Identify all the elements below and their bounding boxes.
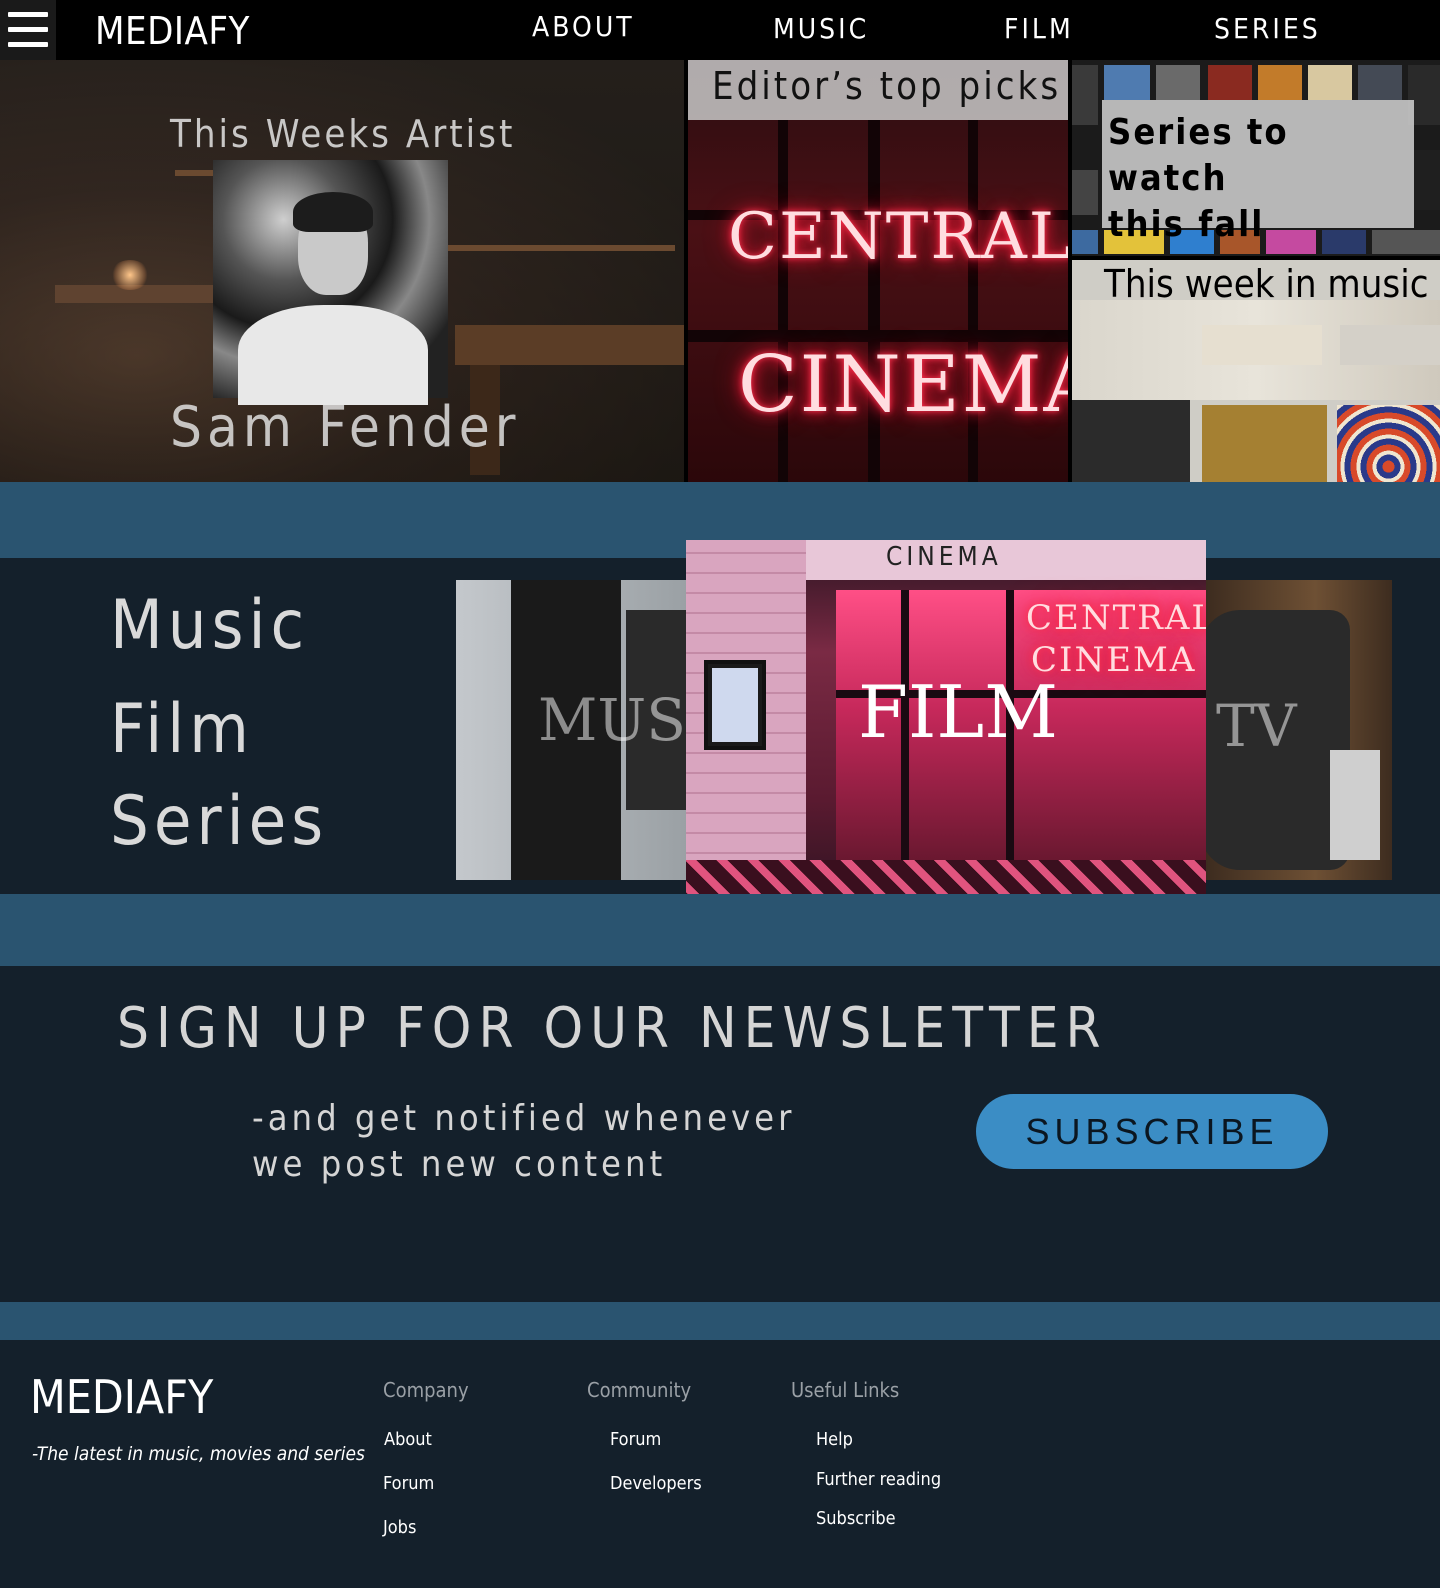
artist-name: Sam Fender [170,395,521,460]
room-shelf [445,245,675,251]
series-poster [1072,170,1098,215]
footer-heading-useful-links: Useful Links [791,1378,900,1402]
footer-link-developers[interactable]: Developers [610,1473,702,1494]
editors-top-picks-label: Editor’s top picks [688,60,1068,120]
footer-logo[interactable]: MEDIAFY [30,1370,213,1424]
top-nav: MEDIAFY ABOUT MUSIC FILM SERIES [0,0,1440,60]
room-lamp [110,260,150,290]
record-sleeve [1340,325,1440,365]
series-poster [1156,65,1200,100]
series-poster [1258,65,1302,100]
footer-link-subscribe[interactable]: Subscribe [816,1508,896,1529]
neon-sign-central: CENTRAL [728,200,1068,274]
room-desk [55,285,230,303]
record-sleeve [1072,400,1190,482]
poster-frame [704,660,766,750]
footer-link-help[interactable]: Help [816,1429,853,1450]
slide-label-tv: TV [1216,692,1297,760]
series-to-watch-tile[interactable]: Series to watch this fall [1072,60,1440,256]
this-week-in-music-label: This week in music [1104,262,1429,306]
room-table [455,325,684,365]
subscribe-button[interactable]: SUBSCRIBE [976,1094,1328,1169]
slide-label-music: MUSIC [538,686,688,754]
nav-link-film[interactable]: FILM [1004,12,1074,45]
record-sleeve [1202,405,1327,482]
newsletter-section: SIGN UP FOR OUR NEWSLETTER -and get noti… [0,966,1440,1302]
category-link-music[interactable]: Music [110,586,309,665]
slide-label-film: FILM [858,670,1058,754]
record-sleeve [1337,405,1440,482]
nav-link-music[interactable]: MUSIC [773,12,869,45]
carousel-slide-film[interactable]: CINEMA CENTRAL CINEMA FILM [686,540,1206,912]
series-poster [1308,65,1352,100]
nav-link-about[interactable]: ABOUT [532,10,635,43]
footer: MEDIAFY -The latest in music, movies and… [0,1340,1440,1588]
category-link-film[interactable]: Film [110,690,254,769]
footer-link-jobs[interactable]: Jobs [383,1517,416,1538]
series-poster [1414,150,1440,210]
footer-link-further-reading[interactable]: Further reading [816,1469,941,1490]
carousel-slide-music[interactable]: MUSIC [456,580,688,880]
series-poster [1104,65,1150,100]
newsletter-subtitle-line: -and get notified whenever [252,1098,796,1139]
newsletter-subtitle: -and get notified whenever we post new c… [252,1096,795,1188]
carousel-slide-tv[interactable]: TV [1200,580,1392,880]
series-poster [1072,230,1098,254]
tv-controls [1330,750,1380,860]
artist-photo [213,160,448,405]
neon-sign-cinema: CINEMA [738,340,1068,430]
category-link-series[interactable]: Series [110,782,328,861]
series-label-line: this fall [1108,204,1265,245]
marquee [806,540,1206,580]
series-poster [1358,65,1402,100]
this-week-in-music-tile[interactable]: This week in music [1072,260,1440,482]
footer-heading-community: Community [587,1378,692,1402]
footer-tagline: -The latest in music, movies and series [32,1443,365,1465]
this-weeks-artist-tile[interactable]: This Weeks Artist Sam Fender [0,60,684,482]
newsletter-subtitle-line: we post new content [252,1144,667,1185]
footer-link-about[interactable]: About [384,1429,432,1450]
newsletter-title: SIGN UP FOR OUR NEWSLETTER [117,996,1108,1061]
series-poster [1208,65,1252,100]
nav-link-series[interactable]: SERIES [1214,12,1321,45]
series-poster [1072,65,1098,125]
blue-band [0,894,1440,966]
series-to-watch-label: Series to watch this fall [1102,100,1414,245]
site-logo[interactable]: MEDIAFY [95,9,250,53]
record-sleeve [1202,325,1322,365]
hamburger-menu-icon[interactable] [0,0,56,60]
footer-link-forum[interactable]: Forum [383,1473,434,1494]
neon-sign-central: CENTRAL [1026,598,1206,638]
footer-heading-company: Company [383,1378,469,1402]
footer-link-forum[interactable]: Forum [610,1429,661,1450]
editors-top-picks-tile[interactable]: CENTRAL CINEMA Editor’s top picks [688,60,1068,482]
artist-section-title: This Weeks Artist [170,112,516,156]
blue-band [0,1302,1440,1340]
hero-grid: This Weeks Artist Sam Fender CENTRAL CIN… [0,60,1440,482]
series-label-line: Series to watch [1108,112,1289,199]
marquee-text: CINEMA [886,542,1002,572]
